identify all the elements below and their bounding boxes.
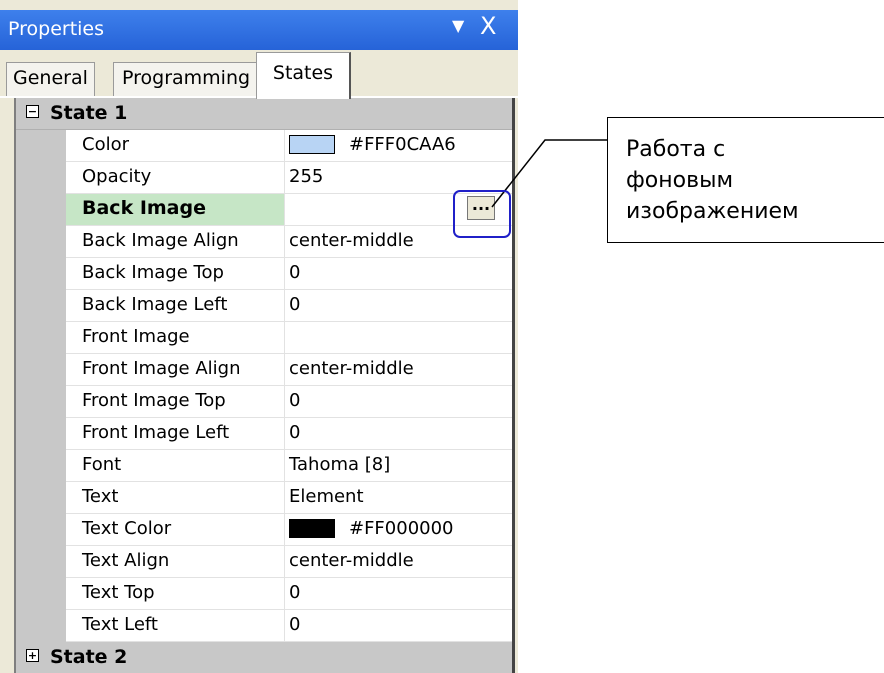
property-name: Text Left [82, 614, 158, 635]
property-name: Front Image [82, 326, 190, 347]
category-label: State 2 [50, 646, 128, 668]
property-value[interactable]: 0 [284, 258, 512, 289]
property-name: Front Image Align [82, 358, 241, 379]
dropdown-arrow-icon[interactable]: ▼ [452, 16, 464, 35]
value-text: center-middle [289, 550, 414, 571]
color-value: #FF000000 [349, 518, 454, 539]
title-bar: Properties ▼ X [0, 10, 518, 50]
callout-text: Работа с фоновым изображением [626, 137, 799, 224]
property-row-back-image-left[interactable]: Back Image Left 0 [66, 290, 512, 322]
value-text: 0 [289, 422, 301, 443]
property-row-back-image-top[interactable]: Back Image Top 0 [66, 258, 512, 290]
property-row-text-color[interactable]: Text Color #FF000000 [66, 514, 512, 546]
property-row-front-image[interactable]: Front Image [66, 322, 512, 354]
collapse-icon[interactable]: − [26, 105, 39, 118]
property-row-text-top[interactable]: Text Top 0 [66, 578, 512, 610]
property-value[interactable]: center-middle [284, 546, 512, 577]
property-name: Back Image Top [82, 262, 224, 283]
property-row-opacity[interactable]: Opacity 255 [66, 162, 512, 194]
property-name: Text Align [82, 550, 170, 571]
property-row-front-image-top[interactable]: Front Image Top 0 [66, 386, 512, 418]
property-value[interactable]: #FF000000 [284, 514, 512, 545]
value-text: 0 [289, 582, 301, 603]
property-value[interactable]: 0 [284, 610, 512, 641]
properties-panel: Properties ▼ X General Programming State… [0, 0, 518, 673]
value-text: 0 [289, 294, 301, 315]
property-value[interactable] [284, 322, 512, 353]
callout-box: Работа с фоновым изображением [607, 117, 884, 243]
value-text: Tahoma [8] [289, 454, 391, 475]
close-icon[interactable]: X [480, 12, 496, 40]
property-name: Back Image Align [82, 230, 239, 251]
grid-gutter [16, 130, 66, 658]
property-value[interactable]: 0 [284, 290, 512, 321]
property-value[interactable]: 0 [284, 418, 512, 449]
property-name: Text Top [82, 582, 155, 603]
property-name: Text [82, 486, 119, 507]
property-row-front-image-left[interactable]: Front Image Left 0 [66, 418, 512, 450]
value-text: center-middle [289, 358, 414, 379]
property-name: Front Image Top [82, 390, 226, 411]
color-value: #FFF0CAA6 [349, 134, 456, 155]
tab-general[interactable]: General [6, 62, 95, 97]
value-text: 0 [289, 614, 301, 635]
property-value[interactable]: 0 [284, 386, 512, 417]
property-row-text[interactable]: Text Element [66, 482, 512, 514]
property-value[interactable]: Element [284, 482, 512, 513]
property-value[interactable]: Tahoma [8] [284, 450, 512, 481]
value-text: 0 [289, 262, 301, 283]
expand-icon[interactable]: + [26, 649, 39, 662]
property-name: Opacity [82, 166, 152, 187]
property-value[interactable]: 255 [284, 162, 512, 193]
property-name: Color [82, 134, 129, 155]
property-value[interactable]: #FFF0CAA6 [284, 130, 512, 161]
property-row-back-image[interactable]: Back Image ... [66, 194, 512, 226]
property-row-text-left[interactable]: Text Left 0 [66, 610, 512, 642]
property-value[interactable]: 0 [284, 578, 512, 609]
property-row-text-align[interactable]: Text Align center-middle [66, 546, 512, 578]
value-text: 255 [289, 166, 324, 187]
property-grid: − State 1 Color #FFF0CAA6 Opacity 255 Ba… [14, 98, 515, 673]
value-text: center-middle [289, 230, 414, 251]
value-text: Element [289, 486, 364, 507]
property-row-front-image-align[interactable]: Front Image Align center-middle [66, 354, 512, 386]
category-state-1[interactable]: − State 1 [16, 98, 512, 130]
property-name: Front Image Left [82, 422, 230, 443]
property-name: Text Color [82, 518, 172, 539]
property-value[interactable]: center-middle [284, 354, 512, 385]
category-label: State 1 [50, 102, 128, 124]
property-row-back-image-align[interactable]: Back Image Align center-middle [66, 226, 512, 258]
color-swatch [289, 135, 335, 154]
tab-programming[interactable]: Programming [113, 62, 260, 97]
highlight-ring [453, 190, 511, 238]
category-state-2[interactable]: + State 2 [16, 642, 512, 673]
panel-title: Properties [8, 18, 105, 40]
property-name: Back Image Left [82, 294, 228, 315]
tab-states[interactable]: States [256, 52, 351, 99]
value-text: 0 [289, 390, 301, 411]
property-row-font[interactable]: Font Tahoma [8] [66, 450, 512, 482]
property-name: Font [82, 454, 122, 475]
color-swatch [289, 519, 335, 538]
property-row-color[interactable]: Color #FFF0CAA6 [66, 130, 512, 162]
property-name: Back Image [66, 194, 284, 225]
